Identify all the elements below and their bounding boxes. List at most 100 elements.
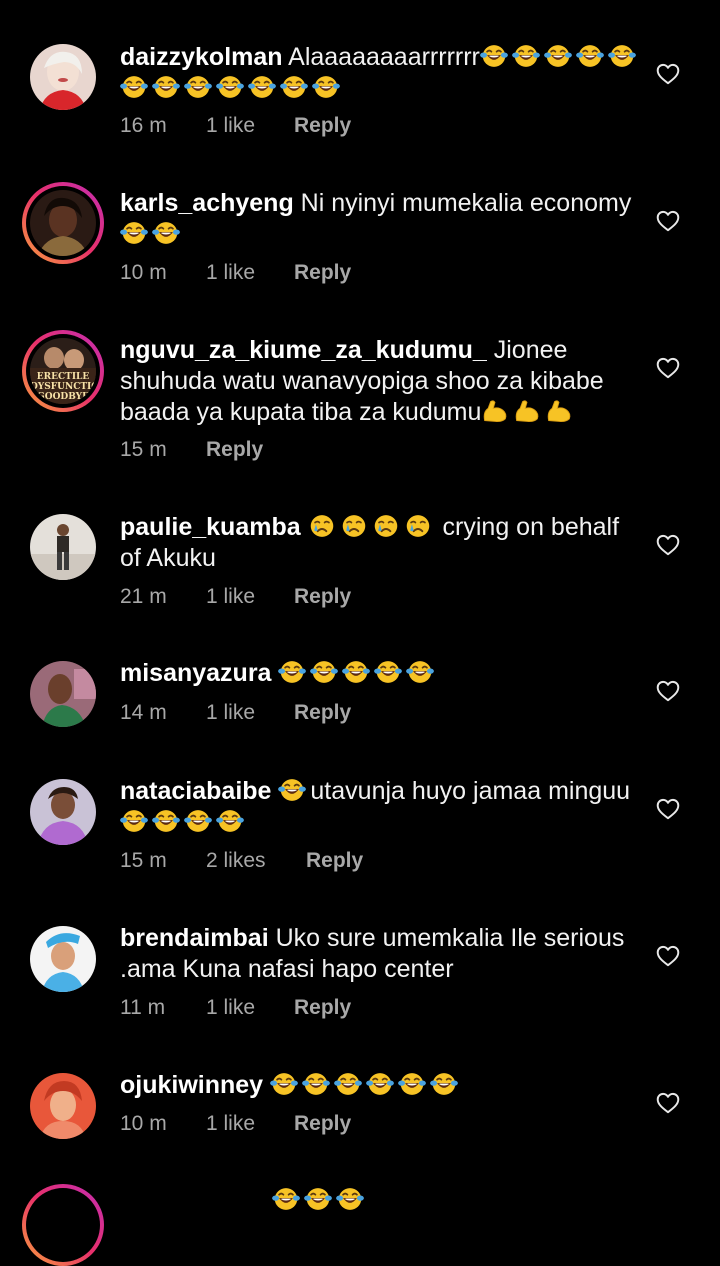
- comment-time: 21 m: [120, 585, 167, 608]
- avatar-image: [30, 190, 96, 256]
- comment-username[interactable]: karls_achyeng: [120, 189, 294, 217]
- laughing-tears-emoji: [304, 1186, 332, 1212]
- comment-time: 15 m: [120, 849, 167, 872]
- reply-button[interactable]: Reply: [294, 701, 351, 725]
- comment-username[interactable]: brendaimbai: [120, 924, 269, 952]
- laughing-tears-emoji: [336, 1186, 364, 1212]
- comment-body: nataciabaibe utavunja huyo jamaa minguu: [120, 776, 640, 838]
- crying-face-emoji: [372, 513, 400, 539]
- comment-username[interactable]: nataciabaibe: [120, 777, 271, 805]
- emoji-group-partial: [272, 1186, 368, 1213]
- heart-outline-icon[interactable]: [655, 943, 681, 969]
- comment-likes[interactable]: 1 like: [206, 1112, 294, 1136]
- laughing-tears-emoji: [152, 808, 180, 834]
- laughing-tears-emoji: [184, 74, 212, 100]
- comment-body: paulie_kuamba crying on behalf of Akuku: [120, 512, 640, 574]
- avatar-image: [30, 514, 96, 580]
- comment-meta: 10 m 1 like Reply: [120, 261, 351, 285]
- heart-outline-icon[interactable]: [655, 532, 681, 558]
- reply-button[interactable]: Reply: [306, 849, 363, 873]
- laughing-tears-emoji: [374, 659, 402, 685]
- heart-outline-icon[interactable]: [655, 678, 681, 704]
- laughing-tears-emoji: [342, 659, 370, 685]
- emoji-group: [278, 659, 438, 687]
- reply-button[interactable]: Reply: [294, 1112, 351, 1136]
- comment-body: brendaimbai Uko sure umemkalia Ile serio…: [120, 923, 640, 985]
- laughing-tears-emoji: [270, 1071, 298, 1097]
- laughing-tears-emoji: [430, 1071, 458, 1097]
- avatar[interactable]: [30, 44, 96, 110]
- comment-meta: 11 m 1 like Reply: [120, 996, 351, 1020]
- reply-button[interactable]: Reply: [294, 585, 351, 609]
- laughing-tears-emoji: [184, 808, 212, 834]
- emoji-group: [120, 220, 184, 248]
- comment-likes[interactable]: 1 like: [206, 261, 294, 285]
- comment-text: Alaaaaaaaarrrrrrr: [288, 43, 480, 71]
- comment-username[interactable]: misanyazura: [120, 659, 271, 687]
- laughing-tears-emoji: [216, 808, 244, 834]
- comment-likes[interactable]: 2 likes: [206, 849, 306, 873]
- comment-likes[interactable]: 1 like: [206, 701, 294, 725]
- comment-username[interactable]: ojukiwinney: [120, 1071, 263, 1099]
- comment-body: daizzykolman Alaaaaaaaarrrrrrr: [120, 42, 640, 104]
- avatar[interactable]: [30, 661, 96, 727]
- laughing-tears-emoji: [310, 659, 338, 685]
- laughing-tears-emoji: [120, 808, 148, 834]
- comment-meta: 16 m 1 like Reply: [120, 114, 351, 138]
- comment-meta: 14 m 1 like Reply: [120, 701, 351, 725]
- emoji-group: [120, 808, 248, 836]
- comment-time: 10 m: [120, 261, 167, 284]
- emoji-group: [308, 513, 436, 541]
- heart-outline-icon[interactable]: [655, 796, 681, 822]
- comment-username[interactable]: daizzykolman: [120, 43, 283, 71]
- comment-meta: 10 m 1 like Reply: [120, 1112, 351, 1136]
- laughing-tears-emoji: [608, 43, 636, 69]
- laughing-tears-emoji: [312, 74, 340, 100]
- flexed-biceps-emoji: [481, 398, 509, 424]
- emoji-group: [481, 398, 577, 426]
- reply-button[interactable]: Reply: [294, 996, 351, 1020]
- avatar[interactable]: [30, 926, 96, 992]
- comment-likes[interactable]: 1 like: [206, 114, 294, 138]
- avatar-story-ring[interactable]: ERECTILE DYSFUNCTION GOODBYE: [22, 330, 104, 412]
- comment-likes[interactable]: 1 like: [206, 996, 294, 1020]
- laughing-tears-emoji: [152, 220, 180, 246]
- flexed-biceps-emoji: [545, 398, 573, 424]
- crying-face-emoji: [404, 513, 432, 539]
- heart-outline-icon[interactable]: [655, 61, 681, 87]
- laughing-tears-emoji: [576, 43, 604, 69]
- laughing-tears-emoji: [512, 43, 540, 69]
- avatar[interactable]: [30, 514, 96, 580]
- avatar[interactable]: [30, 779, 96, 845]
- comment-meta: 15 m 2 likes Reply: [120, 849, 363, 873]
- avatar-image: [30, 661, 96, 727]
- avatar-image: [30, 44, 96, 110]
- comment-body: misanyazura: [120, 658, 640, 689]
- heart-outline-icon[interactable]: [655, 1090, 681, 1116]
- emoji-group: [270, 1071, 462, 1099]
- comment-body: karls_achyeng Ni nyinyi mumekalia econom…: [120, 188, 640, 250]
- avatar-story-ring[interactable]: [22, 182, 104, 264]
- laughing-tears-emoji: [278, 777, 306, 803]
- comment-likes[interactable]: 1 like: [206, 585, 294, 609]
- comment-username[interactable]: paulie_kuamba: [120, 513, 301, 541]
- laughing-tears-emoji: [406, 659, 434, 685]
- reply-button[interactable]: Reply: [294, 114, 351, 138]
- reply-button[interactable]: Reply: [206, 438, 263, 462]
- comment-username[interactable]: nguvu_za_kiume_za_kudumu_: [120, 336, 487, 364]
- avatar-image: [30, 779, 96, 845]
- avatar[interactable]: [30, 1073, 96, 1139]
- laughing-tears-emoji: [302, 1071, 330, 1097]
- comment-time: 11 m: [120, 996, 166, 1019]
- laughing-tears-emoji: [280, 74, 308, 100]
- reply-button[interactable]: Reply: [294, 261, 351, 285]
- avatar-story-ring[interactable]: [22, 1184, 104, 1266]
- heart-outline-icon[interactable]: [655, 355, 681, 381]
- laughing-tears-emoji: [544, 43, 572, 69]
- laughing-tears-emoji: [398, 1071, 426, 1097]
- comment-meta: 21 m 1 like Reply: [120, 585, 351, 609]
- laughing-tears-emoji: [120, 74, 148, 100]
- comment-meta: 15 m Reply: [120, 438, 263, 462]
- heart-outline-icon[interactable]: [655, 208, 681, 234]
- laughing-tears-emoji: [216, 74, 244, 100]
